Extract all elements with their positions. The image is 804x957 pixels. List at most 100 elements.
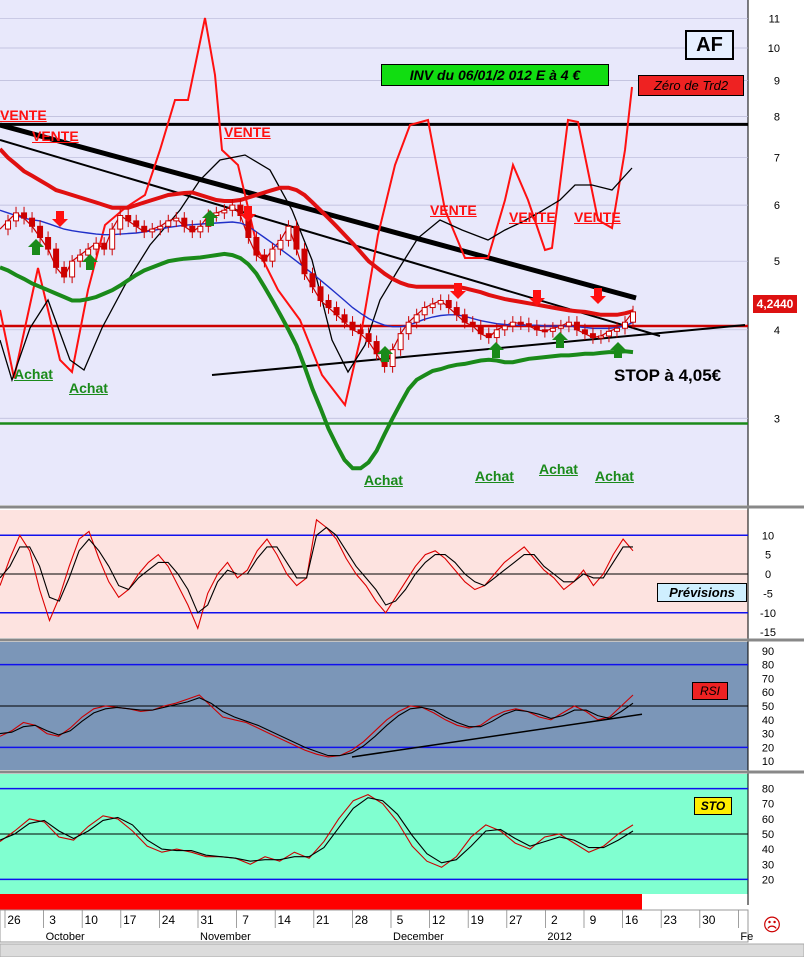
oscillator-tick-label: 20 (762, 742, 774, 754)
candle-body (237, 204, 244, 217)
candle-body (509, 321, 516, 327)
candle-body (630, 311, 636, 323)
date-day-label: 7 (242, 913, 249, 927)
candle-body (189, 225, 196, 233)
oscillator-tick-label: -5 (763, 588, 773, 600)
candle-body (317, 286, 324, 301)
candle-body (533, 325, 540, 331)
candle-body (597, 335, 604, 339)
candle-body (557, 325, 564, 329)
sell-signal-label: VENTE (430, 202, 477, 218)
sad-face-icon[interactable]: ☹ (757, 914, 787, 936)
date-month-label: 2012 (547, 931, 571, 943)
ticker-label: AF (685, 30, 734, 60)
candle-body (517, 321, 524, 325)
price-tick-label: 8 (774, 112, 780, 124)
candle-body (613, 327, 620, 332)
price-tick-label: 9 (774, 75, 780, 87)
date-day-label: 2 (551, 913, 558, 927)
candle-body (309, 273, 316, 288)
candle-body (341, 314, 348, 323)
buy-signal-label: Achat (539, 461, 578, 477)
oscillator-tick-label: 50 (762, 701, 774, 713)
candle-body (149, 228, 156, 233)
oscillator-tick-label: 40 (762, 715, 774, 727)
oscillator-tick-label: 30 (762, 859, 774, 871)
candle-body (93, 242, 100, 250)
candle-body (53, 248, 60, 268)
date-day-label: 31 (200, 913, 214, 927)
axis-right-background (748, 0, 804, 957)
candle-body (221, 209, 228, 214)
candle-body (269, 248, 276, 262)
candle-body (485, 333, 492, 339)
oscillator-tick-label: -10 (760, 608, 776, 620)
candle-body (405, 321, 412, 335)
rsi-label: RSI (692, 682, 728, 700)
price-tick-label: 4 (774, 325, 780, 337)
candle-body (573, 321, 580, 331)
oscillator-tick-label: 60 (762, 687, 774, 699)
date-month-label: October (46, 931, 85, 943)
date-month-label: November (200, 931, 251, 943)
oscillator-tick-label: 50 (762, 829, 774, 841)
oscillator-tick-label: 40 (762, 844, 774, 856)
oscillator-tick-label: 10 (762, 756, 774, 768)
candle-body (125, 215, 132, 222)
candle-body (469, 321, 476, 327)
candle-body (541, 329, 548, 333)
oscillator-tick-label: 80 (762, 784, 774, 796)
candle-body (501, 325, 508, 331)
candle-body (173, 217, 180, 222)
candle-body (197, 225, 204, 233)
candle-body (69, 260, 76, 278)
candle-body (141, 225, 148, 233)
sto-label: STO (694, 797, 732, 815)
date-day-label: 16 (625, 913, 639, 927)
candle-body (621, 321, 628, 329)
price-tick-label: 3 (774, 413, 780, 425)
date-day-label: 5 (397, 913, 404, 927)
oscillator-tick-label: 80 (762, 660, 774, 672)
buy-signal-label: Achat (69, 380, 108, 396)
oscillator-tick-label: 10 (762, 530, 774, 542)
oscillator-tick-label: 70 (762, 799, 774, 811)
sell-signal-label: VENTE (224, 124, 271, 140)
candle-body (357, 329, 364, 335)
candle-body (277, 239, 284, 250)
candle-body (437, 299, 444, 305)
investment-note: INV du 06/01/2 012 E à 4 € (381, 64, 609, 86)
horizontal-scrollbar[interactable] (0, 943, 804, 957)
previsions-label: Prévisions (657, 583, 747, 602)
candle-body (453, 307, 460, 316)
oscillator-tick-label: 60 (762, 814, 774, 826)
oscillator-tick-label: 90 (762, 646, 774, 658)
date-day-label: 12 (432, 913, 446, 927)
oscillator-tick-label: 30 (762, 729, 774, 741)
candle-body (549, 327, 556, 332)
candle-body (301, 248, 308, 275)
candle-body (605, 330, 612, 337)
date-day-label: 19 (471, 913, 485, 927)
candle-body (285, 225, 292, 241)
candle-body (21, 212, 28, 219)
oscillator-tick-label: 20 (762, 874, 774, 886)
candle-body (45, 236, 52, 250)
candle-body (5, 220, 12, 230)
date-day-label: 27 (509, 913, 523, 927)
candle-body (109, 228, 116, 250)
candle-body (293, 225, 300, 250)
price-tick-label: 5 (774, 256, 780, 268)
candle-body (365, 333, 372, 343)
candle-body (157, 225, 164, 230)
candle-body (429, 303, 436, 309)
oscillator-tick-label: 0 (765, 569, 771, 581)
date-day-label: 10 (85, 913, 99, 927)
candle-body (565, 321, 572, 327)
candle-body (333, 307, 340, 316)
price-tick-label: 6 (774, 200, 780, 212)
oscillator-tick-label: 70 (762, 673, 774, 685)
buy-signal-label: Achat (364, 472, 403, 488)
candle-body (461, 314, 468, 323)
date-day-label: 23 (664, 913, 678, 927)
